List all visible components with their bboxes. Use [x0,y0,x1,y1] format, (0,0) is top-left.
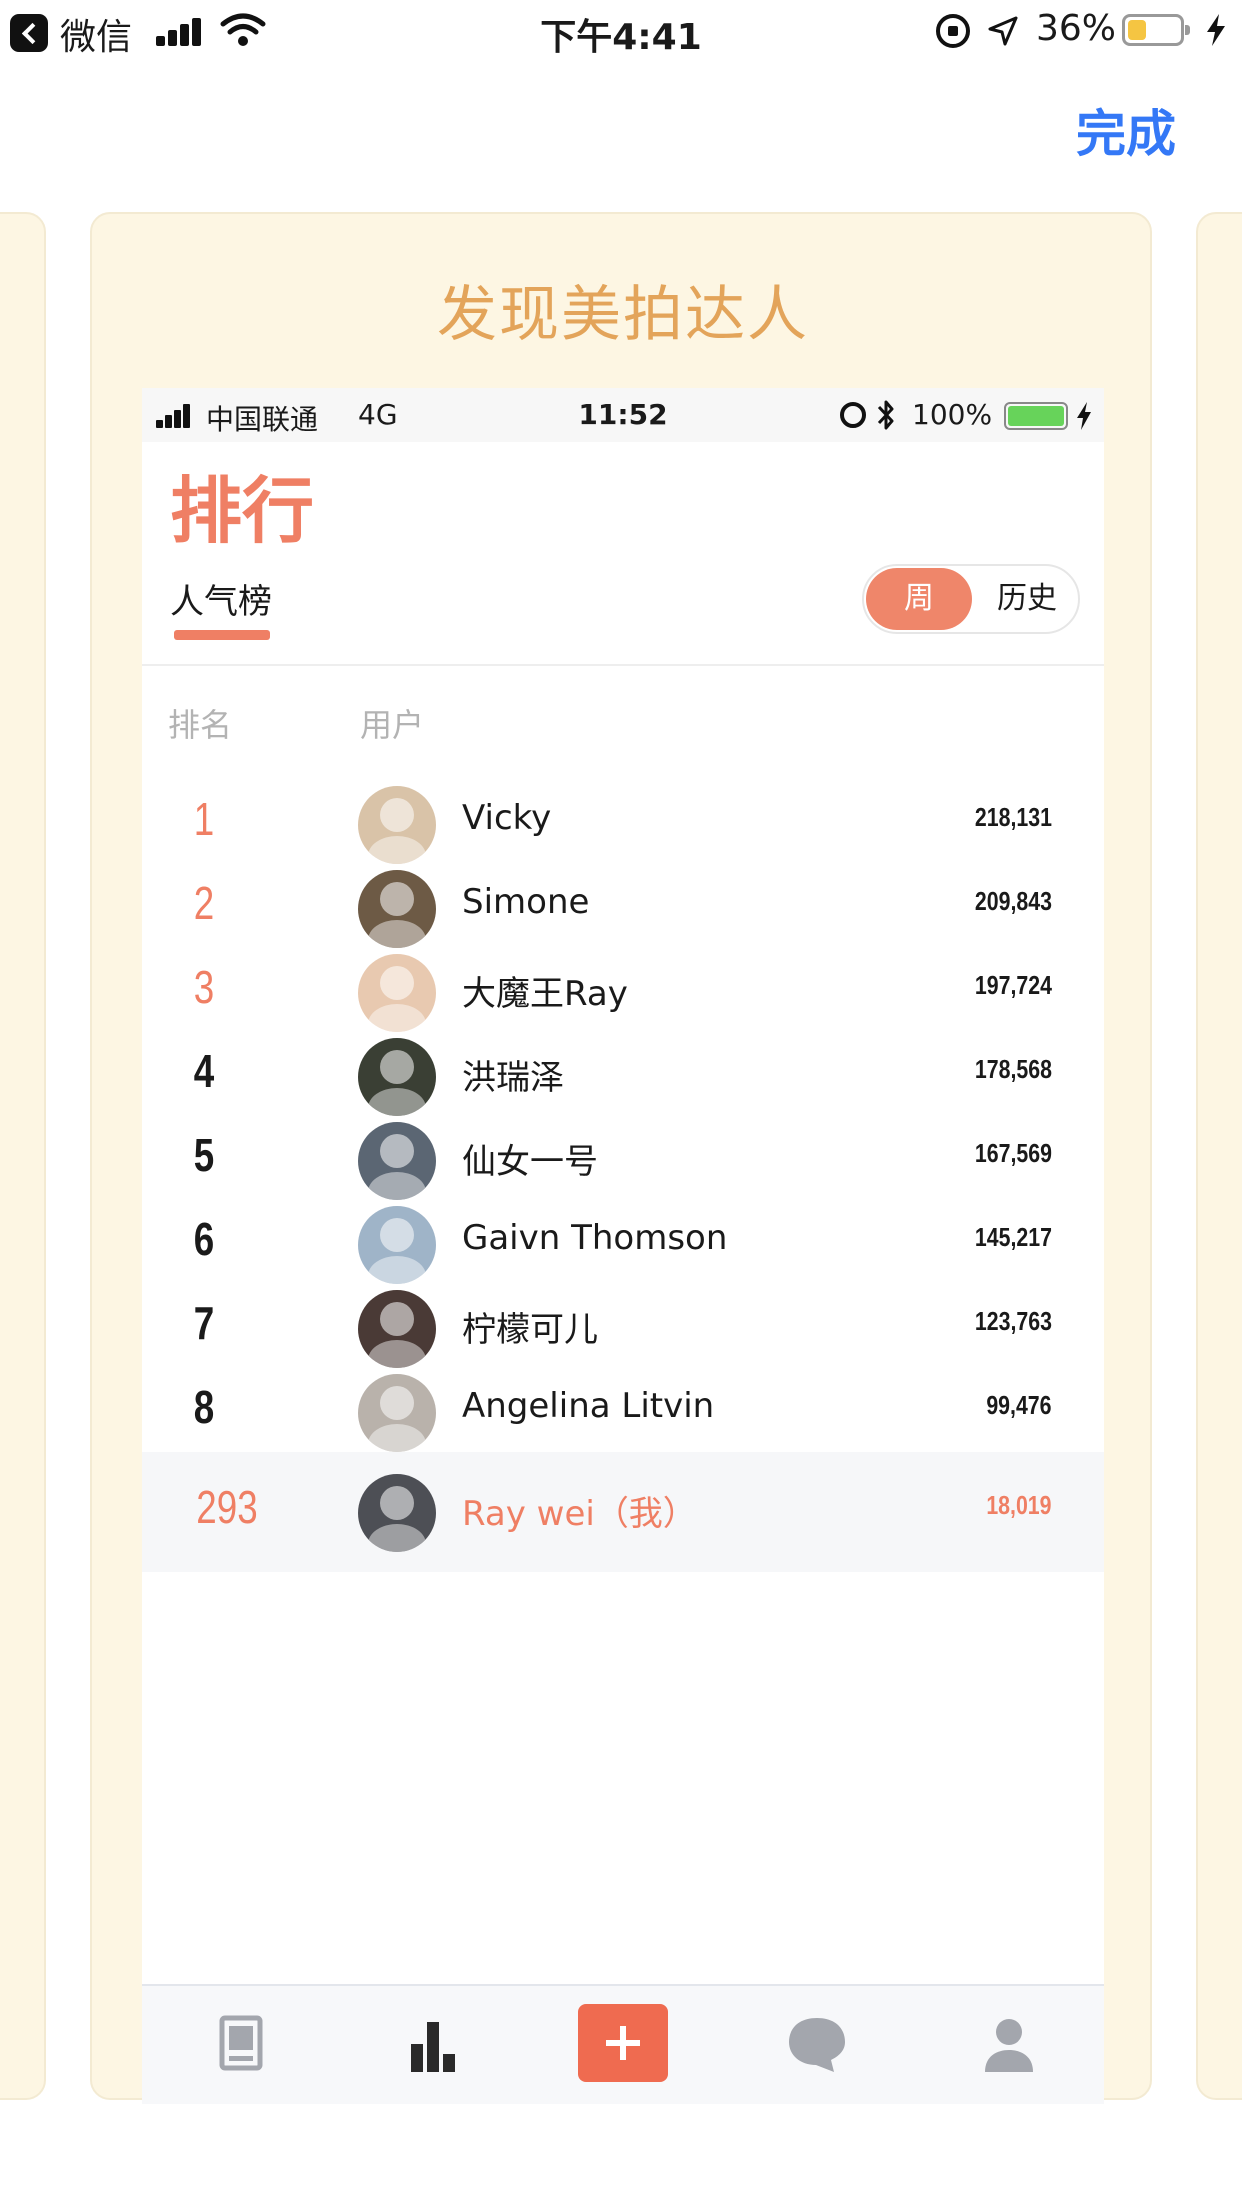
alarm-icon [840,402,866,428]
my-user-name: Ray wei（我） [462,1494,697,1534]
next-card[interactable] [1196,212,1242,2100]
app-screenshot: 中国联通 4G 11:52 100% 排行 人气榜 周 历史 排名 用户 1 V… [142,388,1104,2104]
user-name: 仙女一号 [462,1142,598,1182]
battery-percent: 36% [1036,8,1117,49]
discover-icon[interactable] [196,2004,286,2084]
orientation-lock-icon [936,14,970,48]
inner-status-bar: 中国联通 4G 11:52 100% [142,388,1104,442]
add-icon[interactable] [578,2004,668,2082]
segment-week[interactable]: 周 [866,568,972,630]
preview-card: 发现美拍达人 中国联通 4G 11:52 100% 排行 人气榜 周 历史 排名… [90,212,1152,2104]
column-header-rank: 排名 [168,706,233,744]
bluetooth-icon [877,400,894,430]
profile-icon[interactable] [964,2004,1054,2084]
score: 145,217 [974,1222,1052,1252]
rank-icon[interactable] [388,2004,478,2084]
status-bar: 微信 下午4:41 36% [0,0,1242,62]
charging-icon [1207,14,1225,46]
avatar [358,1474,436,1552]
page-title: 排行 [170,469,315,553]
divider [142,664,1104,666]
score: 218,131 [974,802,1052,832]
my-rank-number: 293 [196,1481,258,1533]
rank-number: 8 [193,1381,215,1433]
rank-number: 2 [193,877,215,929]
score: 197,724 [974,970,1052,1000]
user-name: 大魔王Ray [462,974,628,1014]
rank-number: 1 [193,793,215,845]
user-name: Gaivn Thomson [462,1218,728,1258]
tab-indicator [174,630,270,640]
tab-popularity[interactable]: 人气榜 [170,574,272,623]
battery-icon [1004,402,1068,430]
segment-history[interactable]: 历史 [982,568,1072,630]
rank-number: 3 [193,961,215,1013]
period-segmented-control: 周 历史 [862,564,1080,634]
done-button[interactable]: 完成 [1076,94,1176,166]
user-name: 洪瑞泽 [462,1058,564,1098]
rank-number: 5 [193,1129,215,1181]
score: 167,569 [974,1138,1052,1168]
card-title: 发现美拍达人 [437,280,809,350]
message-icon[interactable] [772,2004,862,2084]
my-rank-row[interactable]: 293 Ray wei（我） 18,019 [142,1452,1104,1572]
column-header-user: 用户 [360,706,425,744]
score: 209,843 [974,886,1052,916]
user-name: Vicky [462,798,552,838]
rank-number: 7 [193,1297,215,1349]
location-icon [988,16,1018,46]
user-name: Simone [462,882,590,922]
previous-card[interactable] [0,212,46,2100]
user-name: 柠檬可儿 [462,1310,598,1350]
charging-icon [1077,402,1091,430]
rank-number: 4 [193,1045,215,1097]
tab-bar [142,1984,1104,2104]
score: 99,476 [986,1390,1052,1420]
battery-icon [1122,14,1190,46]
inner-battery-percent: 100% [912,398,993,431]
user-name: Angelina Litvin [462,1386,715,1426]
my-score: 18,019 [986,1490,1052,1520]
score: 123,763 [974,1306,1052,1336]
avatar [358,1374,436,1452]
score: 178,568 [974,1054,1052,1084]
rank-number: 6 [193,1213,215,1265]
